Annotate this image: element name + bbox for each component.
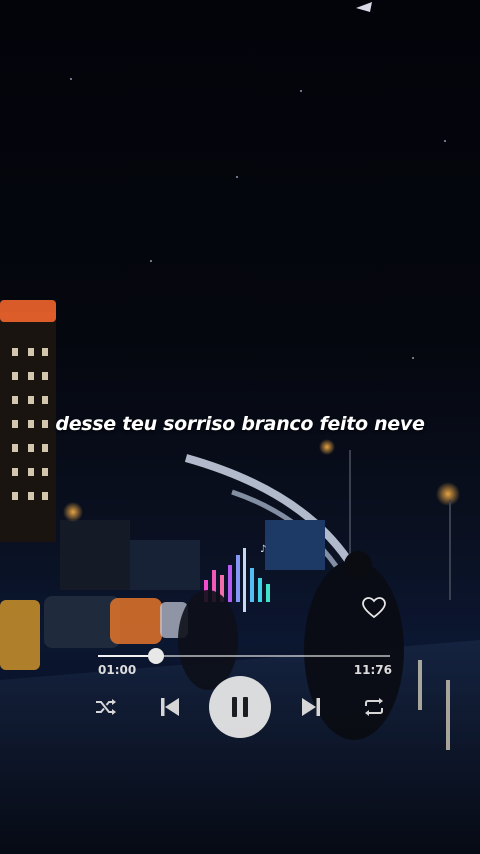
next-button[interactable] bbox=[298, 694, 324, 720]
total-time: 11:76 bbox=[353, 663, 392, 677]
music-video-frame: ♪ desse teu sorriso branco feito neve 01… bbox=[0, 0, 480, 854]
repeat-icon bbox=[365, 698, 383, 716]
lyrics-line: desse teu sorriso branco feito neve bbox=[55, 413, 425, 435]
skip-previous-icon bbox=[161, 698, 179, 716]
music-note-icon: ♪ bbox=[260, 544, 266, 555]
elapsed-time: 01:00 bbox=[98, 663, 137, 677]
shuffle-button[interactable] bbox=[94, 696, 118, 718]
pause-icon bbox=[229, 697, 251, 717]
favorite-button[interactable] bbox=[362, 596, 386, 620]
play-pause-button[interactable] bbox=[209, 676, 271, 738]
shuffle-icon bbox=[96, 699, 116, 715]
skip-next-icon bbox=[302, 698, 320, 716]
heart-outline-icon bbox=[362, 597, 386, 619]
repeat-button[interactable] bbox=[361, 696, 387, 718]
progress-bar[interactable] bbox=[98, 648, 390, 664]
moon-shape bbox=[356, 2, 372, 12]
previous-button[interactable] bbox=[157, 694, 183, 720]
